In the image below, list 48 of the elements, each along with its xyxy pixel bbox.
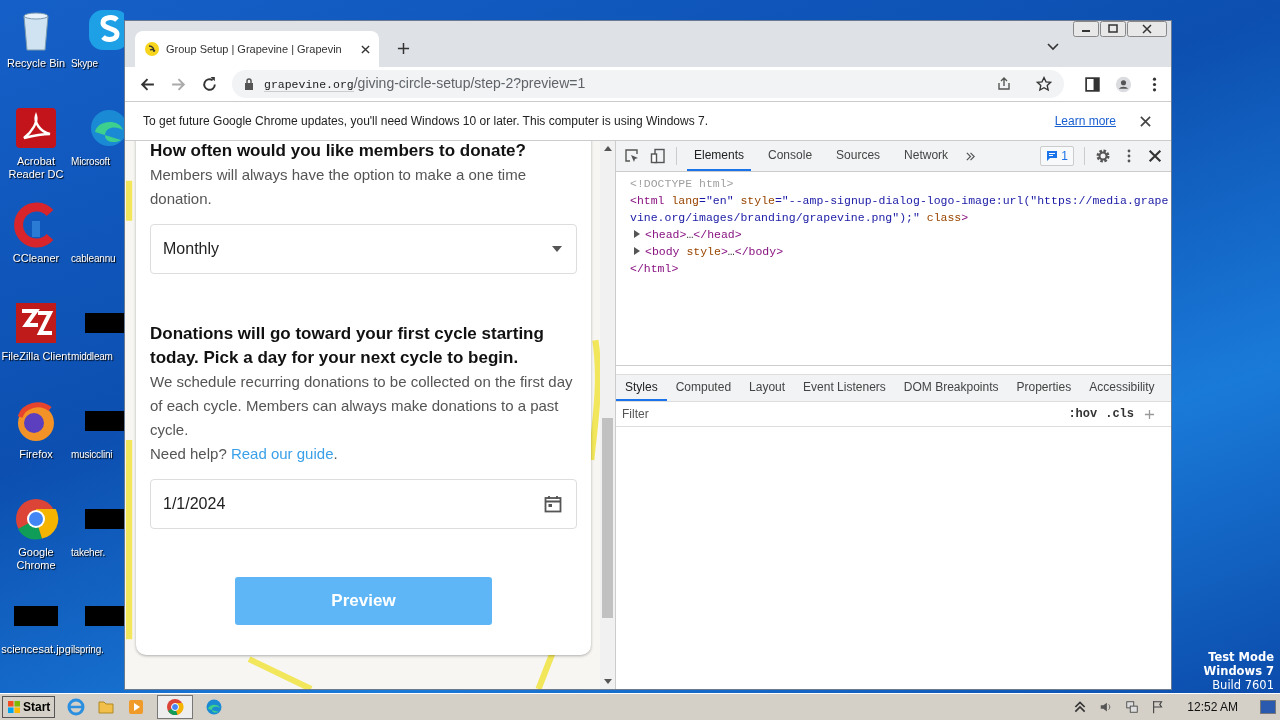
dom-line[interactable]: <head>…</head> xyxy=(645,226,742,243)
infobar-message: To get future Google Chrome updates, you'll need Windows 10 or later. This computer is using Windows 7. xyxy=(143,114,709,128)
os-build-text: Build 7601 xyxy=(1212,678,1274,692)
question-heading: Donations will go toward your first cycle starting today. Pick a day for your next cycle to begin. xyxy=(150,323,545,369)
devtools-tab[interactable]: Sources xyxy=(829,141,888,171)
address-bar[interactable]: grapevine.org/giving-circle-setup/step-2?preview=1 xyxy=(232,70,1064,98)
desktop-icon-label[interactable]: takeher. xyxy=(71,545,105,559)
os-build-text: Test Mode xyxy=(1208,650,1274,664)
devtools-tab[interactable]: Elements xyxy=(687,141,752,171)
hover-state-toggle[interactable]: :hov xyxy=(1064,407,1102,421)
date-field[interactable]: 1/1/2024 xyxy=(150,479,577,529)
desktop-icon-label[interactable]: CCleaner xyxy=(0,252,72,266)
desktop-icon-label[interactable]: Google Chrome xyxy=(0,545,72,572)
styles-pane-tab[interactable]: Event Listeners xyxy=(794,375,895,401)
frequency-dropdown[interactable]: Monthly xyxy=(150,224,577,274)
clock-text[interactable]: 12:52 AM xyxy=(1187,700,1238,714)
styles-pane-tab[interactable]: Layout xyxy=(740,375,795,401)
styles-pane-tab[interactable]: Styles xyxy=(616,375,667,401)
question-heading: How often would you like members to donate? xyxy=(150,141,527,162)
desktop-icon-label[interactable]: Recycle Bin xyxy=(0,57,72,70)
question-description: We schedule recurring donations to be collected on the first day of each cycle. Members can always make donations to a past cycle. xyxy=(150,372,574,440)
styles-pane-tab[interactable]: Accessibility xyxy=(1080,375,1164,401)
class-toggle[interactable]: .cls xyxy=(1101,407,1138,421)
styles-pane-tab[interactable]: Computed xyxy=(666,375,741,401)
desktop-icon-label[interactable]: ilspring. xyxy=(71,643,104,657)
desktop-icon-label[interactable]: Acrobat Reader DC xyxy=(0,154,72,181)
desktop-icon-label[interactable]: FileZilla Client xyxy=(0,350,72,364)
os-build-text: Windows 7 xyxy=(1203,664,1274,678)
help-text: Need help? Read our guide. xyxy=(150,444,339,464)
desktop-icon-label[interactable]: musicclini xyxy=(71,447,113,461)
desktop-icon-label[interactable]: middleam xyxy=(71,350,113,364)
devtools-tab[interactable]: Network xyxy=(897,141,956,171)
question-description: Members will always have the option to make a one time donation. xyxy=(150,165,527,209)
styles-pane-tab[interactable]: DOM Breakpoints xyxy=(894,375,1008,401)
desktop-icon-label[interactable]: sciencesat.jpg xyxy=(0,643,72,657)
styles-pane-tab[interactable]: Properties xyxy=(1007,375,1081,401)
dom-line[interactable]: </html> xyxy=(630,260,679,277)
desktop-icon-label[interactable]: cableannu xyxy=(71,252,116,266)
devtools-tab[interactable]: Console xyxy=(761,141,820,171)
dom-line[interactable]: <body style>…</body> xyxy=(645,243,784,260)
issues-badge[interactable]: 1 xyxy=(1040,146,1074,166)
desktop-icon-label[interactable]: Firefox xyxy=(0,447,72,461)
browser-tab[interactable]: Group Setup | Grapevine | Grapevin xyxy=(135,31,379,67)
learn-more-link[interactable]: Learn more xyxy=(1054,114,1116,128)
dom-line[interactable]: <html lang="en" style="--amp-signup-dialog-logo-image:url("https://media.grapevine.org/images/branding/grapevine.png");" class> xyxy=(630,192,1171,226)
desktop-icon-label[interactable]: Microsoft xyxy=(71,154,110,168)
start-button[interactable]: Start xyxy=(2,696,56,718)
desktop-icon-label[interactable]: Skype xyxy=(71,57,98,70)
